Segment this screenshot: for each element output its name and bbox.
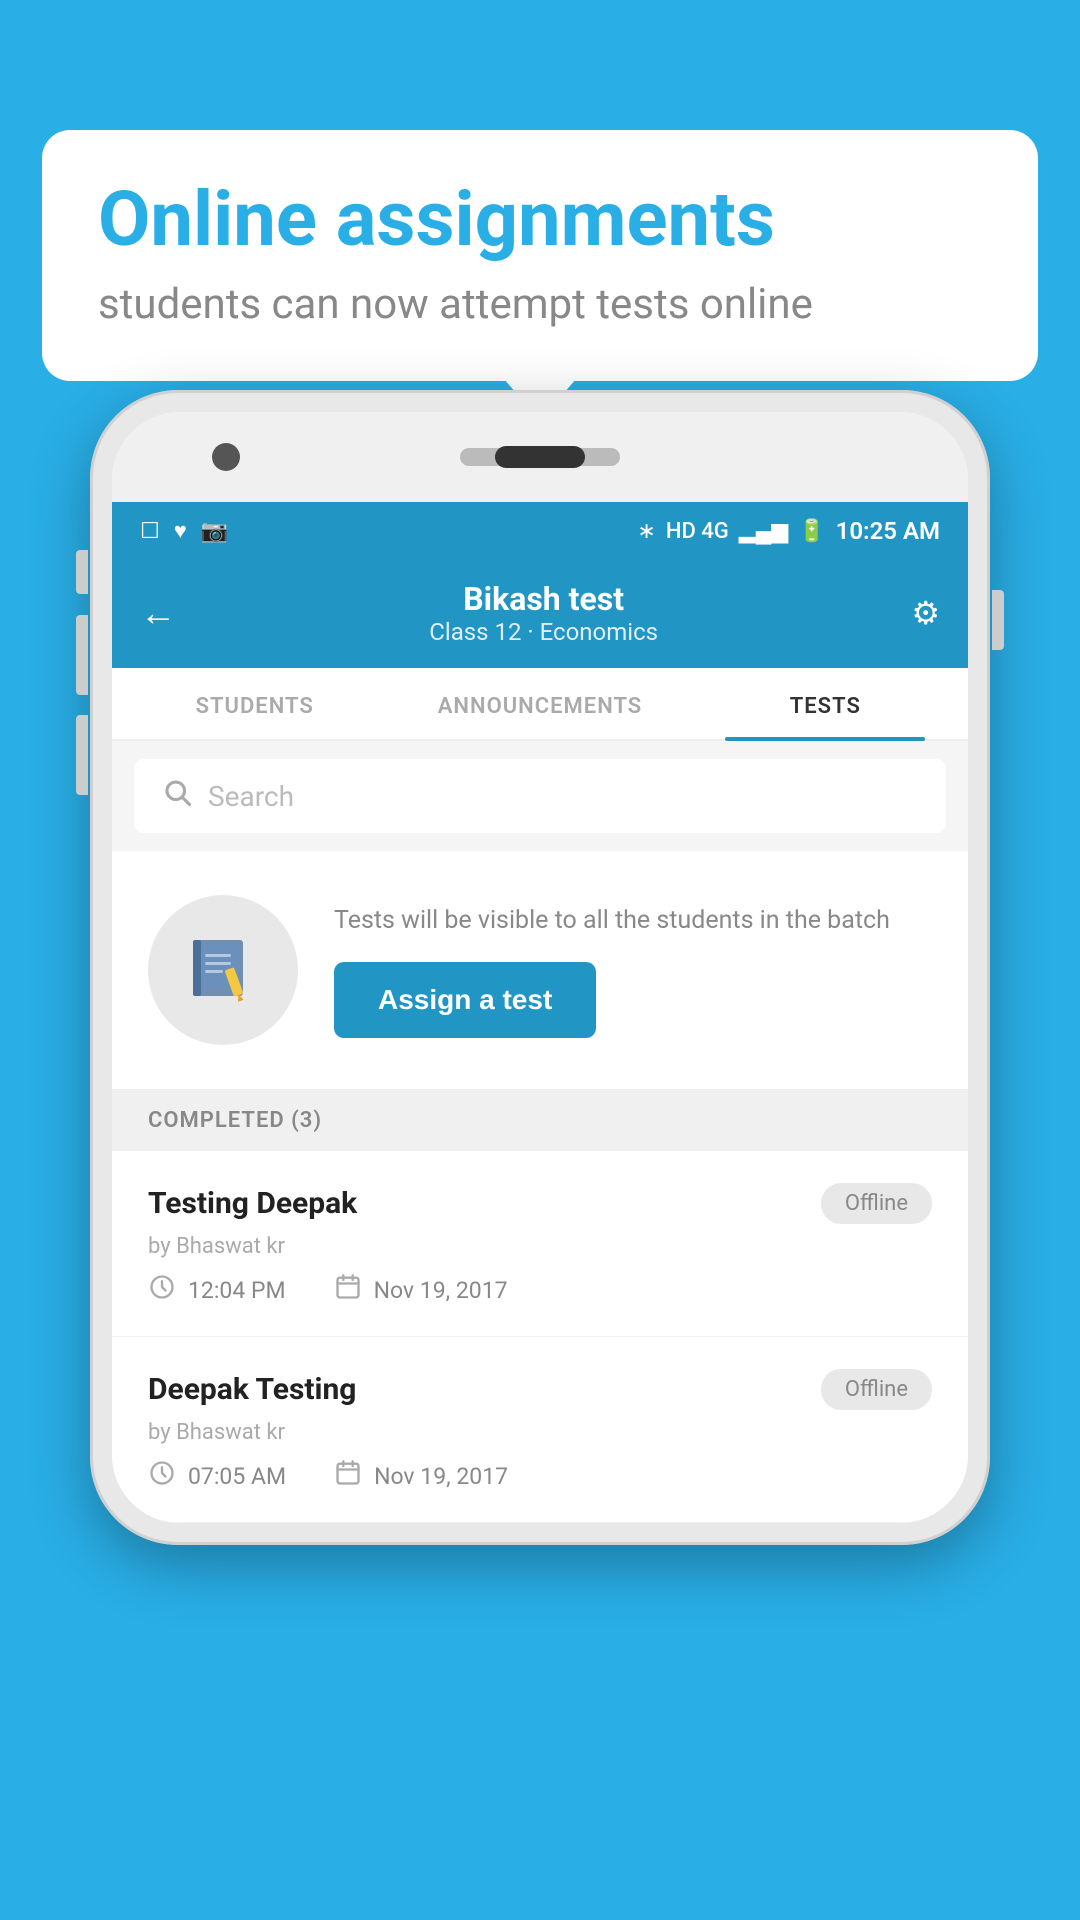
test-name: Testing Deepak <box>148 1186 357 1221</box>
battery-icon: 🔋 <box>798 519 825 544</box>
phone-side-button-right <box>992 590 1004 650</box>
notification-icon: ☐ <box>140 519 160 544</box>
signal-bars-icon: ▂▄▆ <box>739 518 788 544</box>
phone-side-button-left-mid <box>76 615 88 695</box>
tab-students[interactable]: STUDENTS <box>112 668 397 739</box>
test-time-value: 12:04 PM <box>188 1277 286 1304</box>
tabs-bar: STUDENTS ANNOUNCEMENTS TESTS <box>112 668 968 741</box>
test-date: Nov 19, 2017 <box>334 1459 508 1494</box>
test-date-value: Nov 19, 2017 <box>374 1463 508 1490</box>
assign-test-button[interactable]: Assign a test <box>334 962 596 1038</box>
hd-signal-label: HD 4G <box>666 519 729 544</box>
phone-top-bezel <box>112 412 968 502</box>
test-item[interactable]: Testing Deepak Offline by Bhaswat kr 12:… <box>112 1151 968 1337</box>
test-date-value: Nov 19, 2017 <box>374 1277 508 1304</box>
calendar-icon <box>334 1459 362 1494</box>
status-bar: ☐ ♥ 📷 ∗ HD 4G ▂▄▆ 🔋 10:25 AM <box>112 502 968 560</box>
header-title-block: Bikash test Class 12 · Economics <box>176 580 911 646</box>
test-date: Nov 19, 2017 <box>334 1273 508 1308</box>
search-section: Search <box>112 741 968 851</box>
whatsapp-icon: ♥ <box>174 518 187 544</box>
search-icon <box>162 777 192 815</box>
test-badge-offline: Offline <box>821 1183 932 1224</box>
test-badge-offline: Offline <box>821 1369 932 1410</box>
assign-description: Tests will be visible to all the student… <box>334 903 932 938</box>
status-time: 10:25 AM <box>836 517 940 545</box>
phone-camera <box>212 443 240 471</box>
test-item-header: Deepak Testing Offline <box>148 1369 932 1410</box>
notebook-icon <box>183 930 263 1010</box>
calendar-icon <box>334 1273 362 1308</box>
test-name: Deepak Testing <box>148 1372 356 1407</box>
app-header: ← Bikash test Class 12 · Economics ⚙ <box>112 560 968 668</box>
phone-earpiece <box>495 446 585 468</box>
assign-icon-circle <box>148 895 298 1045</box>
tab-tests[interactable]: TESTS <box>683 668 968 739</box>
test-item-header: Testing Deepak Offline <box>148 1183 932 1224</box>
search-bar[interactable]: Search <box>134 759 946 833</box>
status-bar-right: ∗ HD 4G ▂▄▆ 🔋 10:25 AM <box>637 517 940 545</box>
settings-button[interactable]: ⚙ <box>911 594 940 632</box>
clock-icon <box>148 1273 176 1308</box>
search-placeholder: Search <box>208 780 294 813</box>
completed-label: COMPLETED (3) <box>148 1108 322 1133</box>
header-subtitle: Class 12 · Economics <box>176 618 911 646</box>
phone-side-button-left-bot <box>76 715 88 795</box>
assign-section: Tests will be visible to all the student… <box>112 851 968 1090</box>
bubble-subtitle: students can now attempt tests online <box>98 280 982 329</box>
phone-side-button-left-top <box>76 550 88 594</box>
back-button[interactable]: ← <box>140 592 176 634</box>
phone-container: ☐ ♥ 📷 ∗ HD 4G ▂▄▆ 🔋 10:25 AM ← Bikash te… <box>90 390 990 1545</box>
test-meta: 07:05 AM Nov 19, 2017 <box>148 1459 932 1494</box>
bubble-title: Online assignments <box>98 178 982 262</box>
phone-frame: ☐ ♥ 📷 ∗ HD 4G ▂▄▆ 🔋 10:25 AM ← Bikash te… <box>90 390 990 1545</box>
test-author: by Bhaswat kr <box>148 1420 932 1445</box>
test-time-value: 07:05 AM <box>188 1463 286 1490</box>
test-time: 07:05 AM <box>148 1459 286 1494</box>
test-meta: 12:04 PM Nov 19, 2017 <box>148 1273 932 1308</box>
test-author: by Bhaswat kr <box>148 1234 932 1259</box>
phone-screen: ☐ ♥ 📷 ∗ HD 4G ▂▄▆ 🔋 10:25 AM ← Bikash te… <box>112 412 968 1523</box>
completed-header: COMPLETED (3) <box>112 1090 968 1151</box>
header-title: Bikash test <box>176 580 911 618</box>
speech-bubble: Online assignments students can now atte… <box>42 130 1038 381</box>
tab-announcements[interactable]: ANNOUNCEMENTS <box>397 668 682 739</box>
test-item[interactable]: Deepak Testing Offline by Bhaswat kr 07:… <box>112 1337 968 1523</box>
image-icon: 📷 <box>201 519 228 544</box>
clock-icon <box>148 1459 176 1494</box>
speech-bubble-container: Online assignments students can now atte… <box>42 130 1038 381</box>
assign-right: Tests will be visible to all the student… <box>334 903 932 1038</box>
test-time: 12:04 PM <box>148 1273 286 1308</box>
bluetooth-icon: ∗ <box>637 519 655 544</box>
status-bar-left-icons: ☐ ♥ 📷 <box>140 518 228 544</box>
